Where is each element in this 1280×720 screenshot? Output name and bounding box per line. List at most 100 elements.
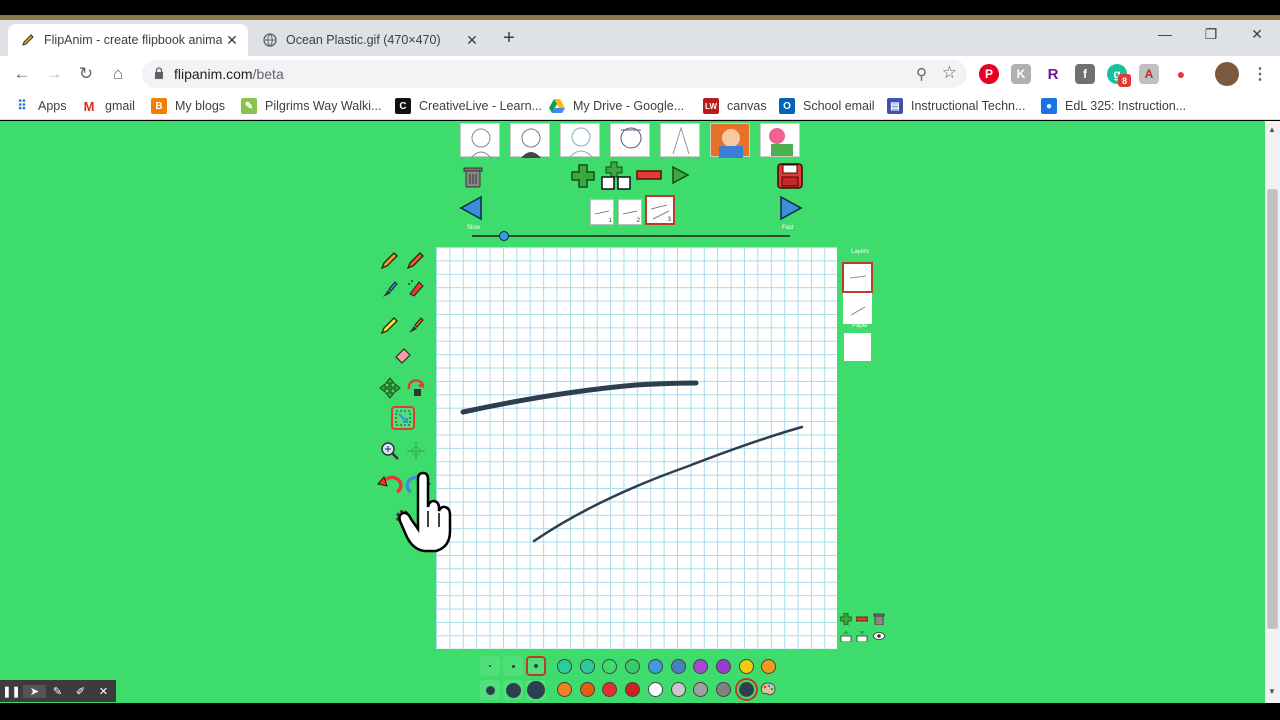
color-swatch[interactable]	[670, 682, 686, 697]
brush-size-l[interactable]	[480, 680, 500, 700]
color-swatch[interactable]	[557, 682, 572, 697]
scroll-up-icon[interactable]: ▲	[1268, 125, 1276, 134]
bookmark-instructional-tech[interactable]: ▤ Instructional Techn...	[887, 98, 1025, 114]
facebook-icon[interactable]: f	[1075, 64, 1095, 84]
color-swatch[interactable]	[602, 682, 618, 697]
color-swatch-selected[interactable]	[734, 678, 758, 701]
layer-trash-icon[interactable]	[873, 613, 885, 625]
highlighter-icon[interactable]: ✐	[69, 685, 92, 698]
pencil-tool-icon[interactable]	[378, 248, 402, 272]
eraser-tool-icon[interactable]	[391, 342, 415, 366]
add-frame-icon[interactable]	[571, 163, 595, 189]
tab-flipanim[interactable]: FlipAnim - create flipbook anima ✕	[8, 24, 248, 56]
duplicate-frame-icon[interactable]	[600, 161, 632, 191]
color-swatch[interactable]	[647, 659, 663, 674]
highlighter-tool-icon[interactable]	[378, 313, 402, 337]
back-icon[interactable]: ←	[12, 64, 32, 84]
brush-size-s[interactable]	[503, 656, 523, 676]
window-close-icon[interactable]: ✕	[1242, 26, 1272, 43]
scrollbar-thumb[interactable]	[1267, 189, 1278, 629]
spray-tool-icon[interactable]	[404, 277, 428, 301]
minimize-icon[interactable]: —	[1150, 26, 1180, 42]
custom-color-picker-icon[interactable]	[760, 682, 776, 696]
tab-ocean-plastic[interactable]: Ocean Plastic.gif (470×470) ✕	[250, 24, 488, 56]
close-tab-icon[interactable]: ✕	[462, 32, 482, 49]
layer-visibility-eye-icon[interactable]	[873, 631, 885, 641]
color-swatch[interactable]	[715, 659, 731, 674]
forward-icon[interactable]: →	[44, 64, 64, 84]
drawing-canvas[interactable]	[436, 247, 837, 649]
color-swatch[interactable]	[557, 659, 572, 674]
layer-up-icon[interactable]	[840, 630, 852, 642]
color-swatch[interactable]	[693, 659, 709, 674]
crayon-tool-icon[interactable]	[404, 248, 428, 272]
layer-down-icon[interactable]	[856, 630, 868, 642]
close-tab-icon[interactable]: ✕	[222, 32, 242, 49]
gallery-thumbnail[interactable]	[660, 123, 700, 157]
bookmark-pilgrims-way[interactable]: ✎ Pilgrims Way Walki...	[241, 98, 381, 114]
remove-layer-icon[interactable]	[856, 615, 868, 623]
speed-slider-track[interactable]	[472, 235, 790, 237]
avatar[interactable]	[1215, 62, 1239, 86]
gallery-thumbnail[interactable]	[710, 123, 750, 158]
zoom-tool-icon[interactable]	[378, 439, 402, 463]
frame-thumb-3-selected[interactable]: 3	[645, 195, 675, 225]
extension-gray-icon[interactable]: K	[1011, 64, 1031, 84]
trash-icon[interactable]	[462, 165, 484, 189]
layer-thumb-2[interactable]	[843, 293, 872, 324]
rotate-tool-icon[interactable]	[404, 376, 428, 400]
address-bar[interactable]: flipanim.com/beta ⚲ ☆	[142, 60, 967, 88]
menu-dots-icon[interactable]: ⋮	[1250, 64, 1270, 84]
speed-slider-handle[interactable]	[498, 231, 509, 241]
close-recorder-icon[interactable]: ✕	[92, 685, 115, 698]
brush-size-xs[interactable]	[480, 656, 500, 676]
select-scale-tool-icon[interactable]	[391, 406, 415, 430]
color-swatch[interactable]	[693, 682, 709, 697]
scroll-down-icon[interactable]: ▼	[1268, 687, 1276, 696]
previous-frame-icon[interactable]	[458, 195, 484, 221]
home-icon[interactable]: ⌂	[108, 64, 128, 84]
reload-icon[interactable]: ↻	[76, 64, 96, 84]
gallery-thumbnail[interactable]	[610, 123, 650, 157]
delete-frame-icon[interactable]	[636, 169, 662, 181]
color-swatch[interactable]	[625, 682, 641, 697]
color-swatch[interactable]	[602, 659, 618, 674]
extension-red-icon[interactable]: ●	[1171, 64, 1191, 84]
color-swatch[interactable]	[625, 659, 641, 674]
zoom-icon[interactable]: ⚲	[916, 65, 927, 83]
page-scrollbar[interactable]: ▲ ▼	[1265, 121, 1280, 703]
play-icon[interactable]	[670, 165, 690, 185]
bookmark-my-drive[interactable]: My Drive - Google...	[549, 98, 684, 114]
brush-size-m-selected[interactable]	[526, 656, 546, 676]
save-icon[interactable]	[777, 163, 803, 189]
gallery-thumbnail[interactable]	[560, 123, 600, 159]
pointer-icon[interactable]: ➤	[23, 684, 46, 698]
bookmark-gmail[interactable]: M gmail	[81, 98, 135, 114]
brush-size-xxl[interactable]	[526, 680, 546, 700]
gallery-thumbnail[interactable]	[460, 123, 500, 159]
move-tool-icon[interactable]	[378, 376, 402, 400]
brush-size-xl[interactable]	[503, 680, 523, 700]
bookmark-canvas[interactable]: LW canvas	[703, 98, 767, 114]
extension-r-icon[interactable]: R	[1043, 64, 1063, 84]
restore-icon[interactable]: ❐	[1196, 26, 1226, 43]
gallery-thumbnail[interactable]	[510, 123, 550, 158]
new-tab-button[interactable]: +	[498, 27, 520, 49]
add-layer-icon[interactable]	[840, 613, 852, 625]
color-swatch[interactable]	[670, 659, 686, 674]
bookmark-school-email[interactable]: O School email	[779, 98, 875, 114]
frame-thumb-2[interactable]: 2	[618, 199, 642, 225]
bookmark-my-blogs[interactable]: B My blogs	[151, 98, 225, 114]
gallery-thumbnail[interactable]	[760, 123, 800, 157]
pause-icon[interactable]: ❚❚	[0, 685, 23, 698]
pinterest-icon[interactable]: P	[979, 64, 999, 84]
color-swatch[interactable]	[579, 682, 595, 697]
bookmark-edl-325[interactable]: ● EdL 325: Instruction...	[1041, 98, 1186, 114]
bookmark-creativelive[interactable]: C CreativeLive - Learn...	[395, 98, 542, 114]
next-frame-icon[interactable]	[778, 195, 804, 221]
fill-pen-tool-icon[interactable]	[404, 313, 428, 337]
pdf-icon[interactable]: A	[1139, 64, 1159, 84]
bookmark-apps[interactable]: ⠿ Apps	[14, 98, 66, 114]
layer-thumb-selected[interactable]	[842, 262, 873, 293]
bookmark-star-icon[interactable]: ☆	[942, 63, 957, 83]
